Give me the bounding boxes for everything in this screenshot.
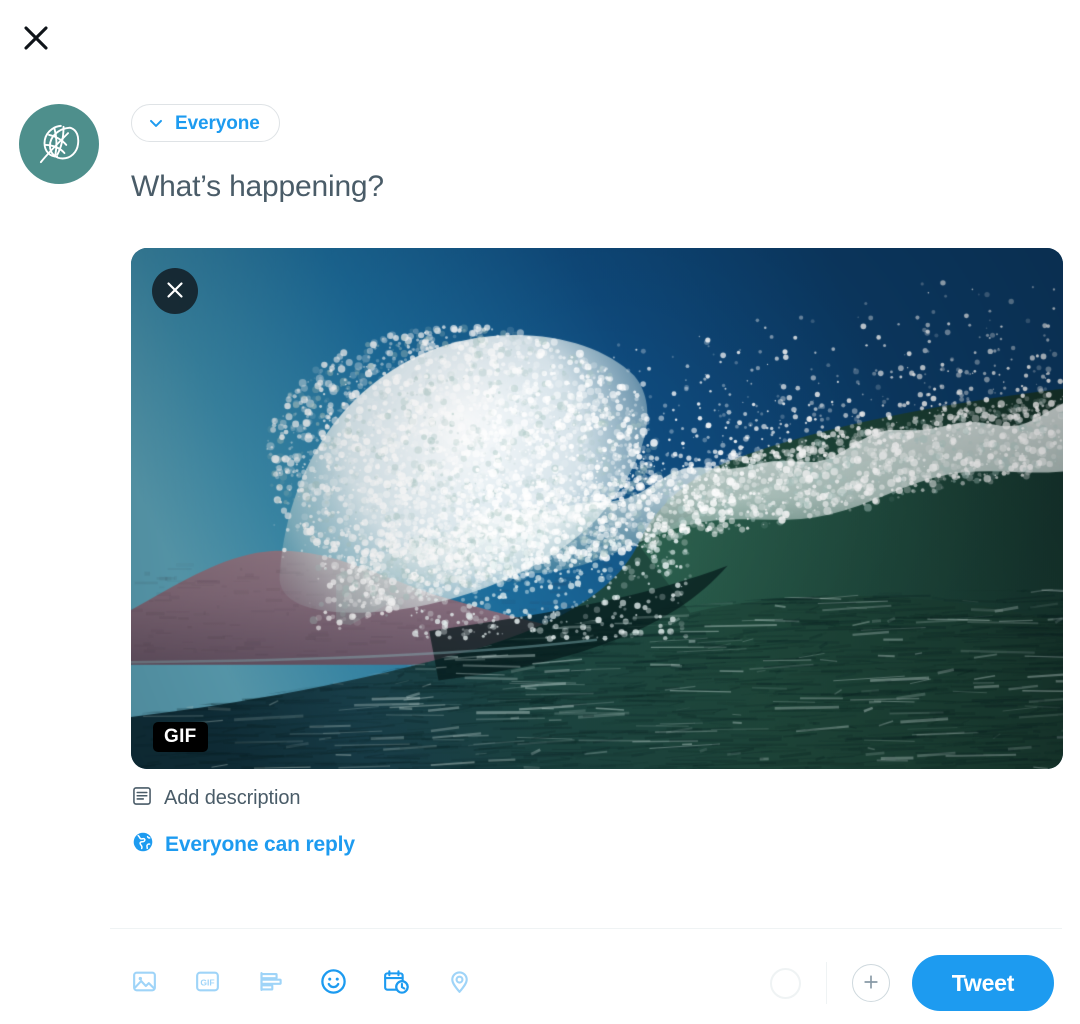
gif-badge: GIF (153, 722, 208, 752)
toolbar-separator (826, 962, 827, 1004)
plus-icon (861, 972, 881, 995)
gif-picker-button[interactable]: GIF (185, 961, 229, 1005)
schedule-button[interactable] (374, 961, 418, 1005)
svg-text:GIF: GIF (200, 978, 214, 988)
emoji-picker-button[interactable] (311, 961, 355, 1005)
chevron-down-icon (146, 113, 166, 133)
schedule-icon (382, 968, 410, 999)
globe-icon (131, 830, 155, 859)
location-button[interactable] (437, 961, 481, 1005)
close-icon (163, 278, 187, 305)
close-modal-button[interactable] (14, 16, 58, 60)
remove-media-button[interactable] (152, 268, 198, 314)
poll-button[interactable] (248, 961, 292, 1005)
compose-tweet-modal: Everyone What’s happening? GIF Add descr… (0, 0, 1080, 1024)
compose-column: Everyone What’s happening? GIF Add descr… (131, 104, 1063, 859)
location-icon (446, 968, 473, 998)
description-icon (131, 785, 153, 812)
tweet-text-input[interactable]: What’s happening? (131, 169, 1063, 207)
modal-header (0, 0, 1080, 76)
tweet-submit-button[interactable]: Tweet (912, 955, 1054, 1011)
close-icon (20, 22, 52, 54)
audience-selector-button[interactable]: Everyone (131, 104, 280, 142)
add-description-button[interactable]: Add description (131, 785, 300, 812)
toolbar-submit-group: Tweet (770, 955, 1062, 1011)
reply-setting-label: Everyone can reply (165, 832, 355, 856)
character-count-progress (770, 967, 801, 999)
media-upload-button[interactable] (122, 961, 166, 1005)
add-thread-button[interactable] (852, 964, 890, 1002)
gif-icon: GIF (194, 968, 221, 998)
leaf-logo-icon (30, 115, 88, 173)
add-description-label: Add description (164, 787, 301, 809)
media-preview-image (131, 248, 1063, 769)
toolbar-action-group: GIF (122, 961, 481, 1005)
poll-icon (257, 968, 284, 998)
audience-label: Everyone (175, 112, 260, 134)
media-icon (131, 968, 158, 998)
toolbar-divider (110, 928, 1062, 929)
compose-toolbar: GIF Tweet (110, 945, 1062, 1021)
reply-setting-button[interactable]: Everyone can reply (131, 830, 355, 859)
emoji-icon (319, 967, 348, 999)
media-preview-card[interactable]: GIF (131, 248, 1063, 769)
avatar[interactable] (19, 104, 99, 184)
